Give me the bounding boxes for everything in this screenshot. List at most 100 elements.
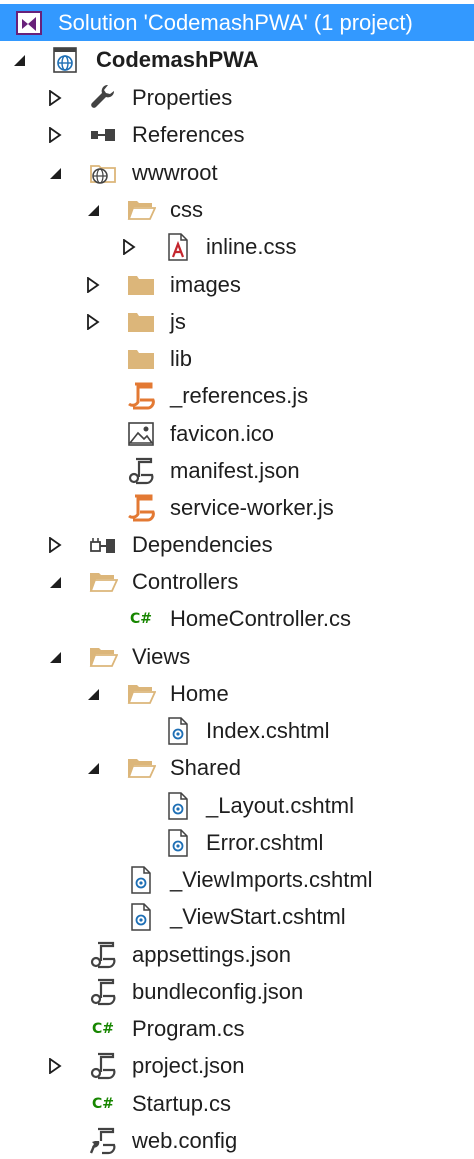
- tree-row-lib[interactable]: lib: [0, 340, 474, 377]
- tree-row-label: Error.cshtml: [206, 830, 324, 855]
- razor-file-icon: [163, 716, 193, 746]
- tree-row-label: appsettings.json: [132, 942, 291, 967]
- tree-row-homecontroller-cs[interactable]: C# HomeController.cs: [0, 600, 474, 637]
- tree-row-layout-cshtml[interactable]: _Layout.cshtml: [0, 787, 474, 824]
- collapsed-arrow-icon[interactable]: [46, 116, 64, 153]
- folder-icon: [126, 307, 156, 337]
- references-icon: [88, 120, 118, 150]
- expanded-arrow-icon[interactable]: [84, 749, 102, 786]
- tree-row-label: web.config: [132, 1128, 238, 1153]
- tree-row-home[interactable]: Home: [0, 675, 474, 712]
- tree-row-label: Controllers: [132, 569, 239, 594]
- tree-row-viewstart-cshtml[interactable]: _ViewStart.cshtml: [0, 898, 474, 935]
- tree-row-css[interactable]: css: [0, 191, 474, 228]
- json-file-icon: [88, 940, 118, 970]
- csharp-glyph: C#: [91, 1021, 114, 1037]
- tree-row-error-cshtml[interactable]: Error.cshtml: [0, 824, 474, 861]
- visual-studio-solution-icon: [14, 8, 44, 38]
- tree-row-label: Index.cshtml: [206, 718, 330, 743]
- config-file-icon: [88, 1126, 118, 1156]
- js-file-icon: [126, 493, 156, 523]
- css-file-icon: [163, 232, 193, 262]
- tree-row-label: favicon.ico: [170, 421, 274, 446]
- collapsed-arrow-icon[interactable]: [46, 79, 64, 116]
- expanded-arrow-icon[interactable]: [10, 41, 28, 78]
- tree-row-viewimports-cshtml[interactable]: _ViewImports.cshtml: [0, 861, 474, 898]
- tree-row-label: HomeController.cs: [170, 606, 351, 631]
- tree-row-label: Startup.cs: [132, 1091, 232, 1116]
- expanded-arrow-icon[interactable]: [46, 563, 64, 600]
- tree-row-label: _Layout.cshtml: [206, 793, 354, 818]
- tree-row-program-cs[interactable]: C# Program.cs: [0, 1010, 474, 1047]
- tree-row-label: Dependencies: [132, 532, 273, 557]
- folder-open-icon: [88, 567, 118, 597]
- json-file-icon: [88, 977, 118, 1007]
- tree-row-wwwroot[interactable]: wwwroot: [0, 154, 474, 191]
- tree-row-references[interactable]: References: [0, 116, 474, 153]
- tree-row-label: wwwroot: [132, 160, 218, 185]
- web-project-globe-icon: [50, 45, 80, 75]
- tree-row-label: Home: [170, 681, 229, 706]
- tree-row-label: images: [170, 272, 241, 297]
- tree-row-service-worker-js[interactable]: service-worker.js: [0, 489, 474, 526]
- solution-explorer-tree: Solution 'CodemashPWA' (1 project) Codem…: [0, 0, 474, 1158]
- tree-row-shared[interactable]: Shared: [0, 749, 474, 786]
- folder-icon: [126, 270, 156, 300]
- tree-row-views[interactable]: Views: [0, 638, 474, 675]
- expanded-arrow-icon[interactable]: [84, 675, 102, 712]
- json-file-icon: [126, 456, 156, 486]
- collapsed-arrow-icon[interactable]: [84, 266, 102, 303]
- wrench-icon: [88, 83, 118, 113]
- tree-row-bundleconfig-json[interactable]: bundleconfig.json: [0, 973, 474, 1010]
- tree-row-references-js[interactable]: _references.js: [0, 377, 474, 414]
- tree-row-project-json[interactable]: project.json: [0, 1047, 474, 1084]
- tree-row-label: inline.css: [206, 234, 297, 259]
- tree-row-project[interactable]: CodemashPWA: [0, 41, 474, 78]
- csharp-file-icon: C#: [88, 1014, 118, 1044]
- tree-row-label: Solution 'CodemashPWA' (1 project): [58, 10, 413, 35]
- tree-row-web-config[interactable]: web.config: [0, 1122, 474, 1159]
- folder-open-icon: [88, 642, 118, 672]
- razor-file-icon: [163, 791, 193, 821]
- globe-folder-icon: [88, 158, 118, 188]
- csharp-glyph: C#: [129, 611, 152, 627]
- tree-row-label: Program.cs: [132, 1016, 245, 1041]
- collapsed-arrow-icon[interactable]: [46, 1047, 64, 1084]
- collapsed-arrow-icon[interactable]: [120, 228, 138, 265]
- tree-row-label: Views: [132, 644, 191, 669]
- csharp-glyph: C#: [91, 1096, 114, 1112]
- tree-row-manifest-json[interactable]: manifest.json: [0, 452, 474, 489]
- folder-open-icon: [126, 679, 156, 709]
- dependencies-icon: [88, 530, 118, 560]
- collapsed-arrow-icon[interactable]: [46, 526, 64, 563]
- tree-row-label: project.json: [132, 1053, 245, 1078]
- tree-row-inline-css[interactable]: inline.css: [0, 228, 474, 265]
- tree-row-startup-cs[interactable]: C# Startup.cs: [0, 1085, 474, 1122]
- image-file-icon: [126, 419, 156, 449]
- tree-row-favicon[interactable]: favicon.ico: [0, 415, 474, 452]
- expanded-arrow-icon[interactable]: [84, 191, 102, 228]
- tree-row-dependencies[interactable]: Dependencies: [0, 526, 474, 563]
- tree-row-solution[interactable]: Solution 'CodemashPWA' (1 project): [0, 4, 474, 41]
- razor-file-icon: [126, 902, 156, 932]
- razor-file-icon: [163, 828, 193, 858]
- expanded-arrow-icon[interactable]: [46, 638, 64, 675]
- tree-row-label: service-worker.js: [170, 495, 334, 520]
- collapsed-arrow-icon[interactable]: [84, 303, 102, 340]
- tree-row-properties[interactable]: Properties: [0, 79, 474, 116]
- expanded-arrow-icon[interactable]: [46, 154, 64, 191]
- tree-row-js[interactable]: js: [0, 303, 474, 340]
- tree-row-appsettings-json[interactable]: appsettings.json: [0, 936, 474, 973]
- tree-row-label: css: [170, 197, 203, 222]
- tree-row-label: js: [170, 309, 186, 334]
- tree-row-label: CodemashPWA: [96, 47, 259, 72]
- folder-open-icon: [126, 195, 156, 225]
- tree-row-label: _references.js: [170, 383, 309, 408]
- tree-row-label: References: [132, 122, 245, 147]
- tree-row-controllers[interactable]: Controllers: [0, 563, 474, 600]
- tree-row-images[interactable]: images: [0, 266, 474, 303]
- tree-row-index-cshtml[interactable]: Index.cshtml: [0, 712, 474, 749]
- tree-row-label: Shared: [170, 755, 241, 780]
- tree-row-label: Properties: [132, 85, 233, 110]
- tree-row-label: bundleconfig.json: [132, 979, 304, 1004]
